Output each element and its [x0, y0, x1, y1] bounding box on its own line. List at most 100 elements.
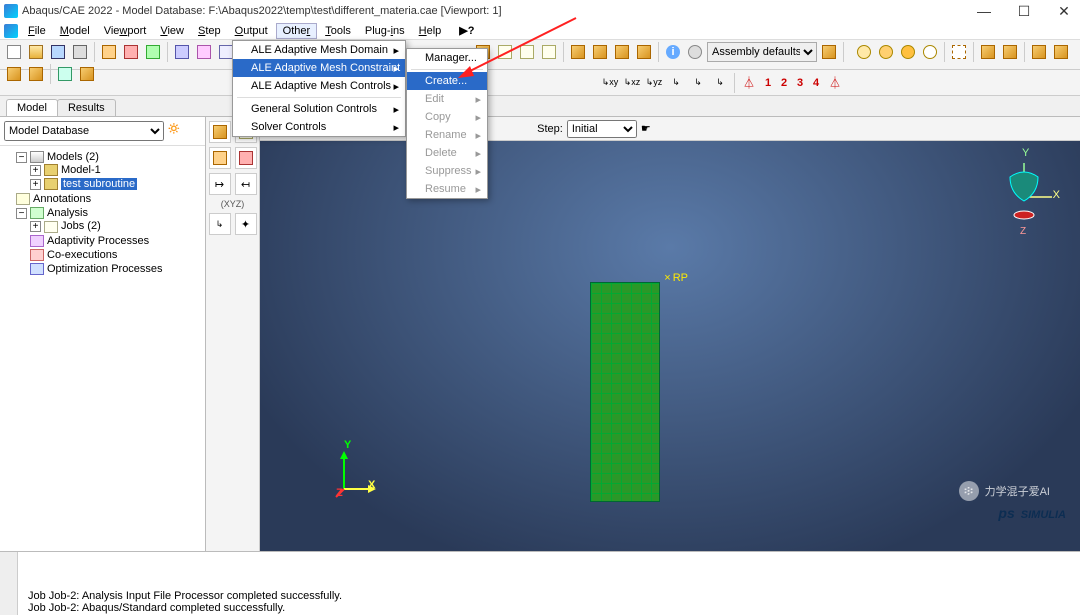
triad-z-label: Z	[336, 487, 343, 499]
ale-edit: Edit▸	[407, 90, 487, 108]
ale-resume: Resume▸	[407, 180, 487, 198]
tree-filter-button[interactable]: 🔅	[167, 122, 185, 140]
csys-xy-button[interactable]: ↳xy	[600, 73, 620, 93]
menu-help[interactable]: Help	[413, 24, 448, 38]
model-tree[interactable]: −Models (2) +Model-1 +test subroutine An…	[0, 146, 205, 551]
viewport[interactable]: Module: Step Step: Initial ☛ RP Y X Z	[260, 117, 1080, 551]
model-db-button-3[interactable]	[143, 42, 163, 62]
console-tab-column[interactable]	[0, 552, 18, 615]
tree-models-root[interactable]: −Models (2) +Model-1 +test subroutine	[16, 150, 203, 192]
tree-model-2[interactable]: +test subroutine	[30, 177, 203, 191]
menu-step[interactable]: Step	[192, 24, 227, 38]
submenu-ale-constraint[interactable]: ALE Adaptive Mesh Constraint▸	[233, 59, 405, 77]
annot-2[interactable]	[876, 42, 896, 62]
model-db-button-1[interactable]	[99, 42, 119, 62]
partition-1-button[interactable]	[978, 42, 998, 62]
pan-button[interactable]	[172, 42, 192, 62]
sel-person-icon[interactable]: ⏃	[739, 73, 759, 93]
sel-2[interactable]: 2	[777, 77, 791, 89]
orientation-triad: Y X Z	[316, 439, 376, 499]
tool-datum[interactable]: ✦	[235, 213, 257, 235]
cube-x-label: X	[1053, 189, 1060, 201]
sel-4[interactable]: 4	[809, 77, 823, 89]
module-toolbox: ↦↤ (XYZ) ↳✦	[206, 117, 260, 551]
maximize-button[interactable]: ☐	[1012, 3, 1036, 20]
message-console[interactable]: Job Job-2: Analysis Input File Processor…	[0, 551, 1080, 615]
annot-3[interactable]	[898, 42, 918, 62]
options-button[interactable]	[77, 64, 97, 84]
submenu-general-solution[interactable]: General Solution Controls▸	[233, 100, 405, 118]
render-3-button[interactable]	[612, 42, 632, 62]
datum-toggle-button[interactable]	[949, 42, 969, 62]
watermark-icon: ፨	[959, 481, 979, 501]
tab-results[interactable]: Results	[57, 99, 116, 116]
model-database-combo[interactable]: Model Database	[4, 121, 164, 141]
view-cube[interactable]: Y X Z	[990, 147, 1060, 237]
csys-2-button[interactable]: ↳	[688, 73, 708, 93]
csys-xz-button[interactable]: ↳xz	[622, 73, 642, 93]
tree-jobs[interactable]: +Jobs (2)	[30, 219, 203, 233]
display-2-button[interactable]	[1051, 42, 1071, 62]
color-settings-button[interactable]	[819, 42, 839, 62]
sel-3[interactable]: 3	[793, 77, 807, 89]
tool-history-output[interactable]	[235, 147, 257, 169]
minimize-button[interactable]: —	[972, 3, 996, 19]
brand-ds: ps	[998, 505, 1014, 521]
display-1-button[interactable]	[1029, 42, 1049, 62]
rotate-button[interactable]	[194, 42, 214, 62]
menu-file[interactable]: File	[22, 24, 52, 38]
partition-2-button[interactable]	[1000, 42, 1020, 62]
csys-1-button[interactable]: ↳	[666, 73, 686, 93]
tool-arrow-r[interactable]: ↤	[235, 173, 257, 195]
tab-model[interactable]: Model	[6, 99, 58, 116]
assembly-defaults-combo[interactable]: Assembly defaults	[707, 42, 817, 62]
color-code-button[interactable]	[685, 42, 705, 62]
annotation-toggle-group	[854, 42, 940, 62]
display-3-button[interactable]	[4, 64, 24, 84]
tool-csys[interactable]: ↳	[209, 213, 231, 235]
annot-4[interactable]	[920, 42, 940, 62]
submenu-ale-controls[interactable]: ALE Adaptive Mesh Controls▸	[233, 77, 405, 95]
tree-model-1[interactable]: +Model-1	[30, 163, 203, 177]
save-button[interactable]	[48, 42, 68, 62]
tool-step-create[interactable]	[209, 121, 231, 143]
menu-other[interactable]: Other	[276, 23, 318, 39]
meshed-part[interactable]: RP	[590, 282, 660, 502]
open-button[interactable]	[26, 42, 46, 62]
menu-view[interactable]: View	[154, 24, 190, 38]
cube-z-label: Z	[1020, 226, 1026, 237]
render-4-button[interactable]	[634, 42, 654, 62]
sel-1[interactable]: 1	[761, 77, 775, 89]
close-button[interactable]: ✕	[1052, 3, 1076, 20]
csys-yz-button[interactable]: ↳yz	[644, 73, 664, 93]
tree-coexec[interactable]: Co-executions	[30, 248, 203, 262]
watermark-text: 力学混子爱AI	[985, 483, 1050, 499]
tool-arrow-l[interactable]: ↦	[209, 173, 231, 195]
tree-adaptivity[interactable]: Adaptivity Processes	[30, 234, 203, 248]
annot-1[interactable]	[854, 42, 874, 62]
step-combo[interactable]: Initial	[567, 120, 637, 138]
menu-output[interactable]: Output	[229, 24, 274, 38]
display-4-button[interactable]	[26, 64, 46, 84]
menu-tools[interactable]: Tools	[319, 24, 357, 38]
ale-delete: Delete▸	[407, 144, 487, 162]
submenu-ale-domain[interactable]: ALE Adaptive Mesh Domain▸	[233, 41, 405, 59]
info-button[interactable]: i	[663, 42, 683, 62]
menu-model[interactable]: Model	[54, 24, 96, 38]
tree-analysis[interactable]: −Analysis +Jobs (2) Adaptivity Processes…	[16, 206, 203, 276]
sel-all-icon[interactable]: ⏃	[825, 73, 845, 93]
query-button[interactable]	[55, 64, 75, 84]
print-button[interactable]	[70, 42, 90, 62]
submenu-solver-controls[interactable]: Solver Controls▸	[233, 118, 405, 136]
menu-viewport[interactable]: Viewport	[98, 24, 153, 38]
tool-field-output[interactable]	[209, 147, 231, 169]
menu-plugins[interactable]: Plug-ins	[359, 24, 411, 38]
tree-annotations[interactable]: Annotations	[16, 192, 203, 206]
new-button[interactable]	[4, 42, 24, 62]
render-2-button[interactable]	[590, 42, 610, 62]
model-db-button-2[interactable]	[121, 42, 141, 62]
step-nav-button[interactable]: ☛	[641, 122, 651, 135]
submenu-other[interactable]: ALE Adaptive Mesh Domain▸ ALE Adaptive M…	[232, 40, 406, 137]
tree-optim[interactable]: Optimization Processes	[30, 262, 203, 276]
csys-3-button[interactable]: ↳	[710, 73, 730, 93]
